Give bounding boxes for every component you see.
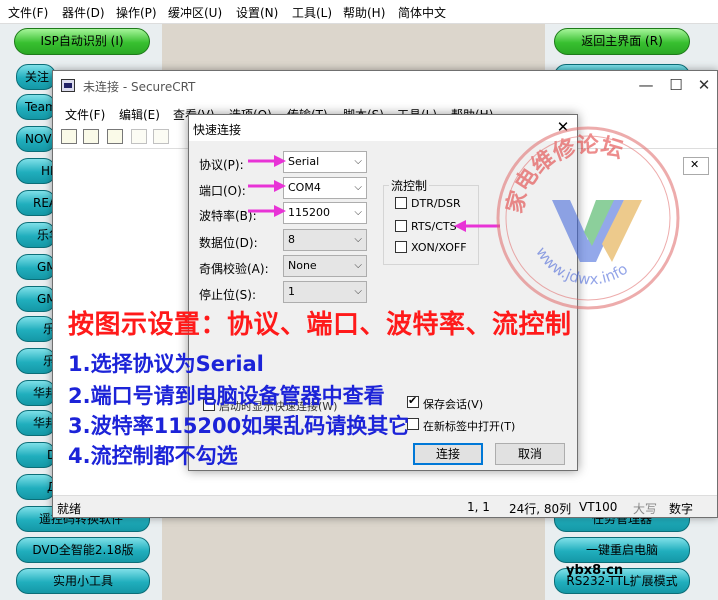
- baud-value: 115200: [288, 206, 330, 219]
- disconnect-icon[interactable]: [153, 129, 169, 144]
- left-button-le-2[interactable]: 乐: [16, 348, 56, 374]
- utility-tools-button[interactable]: 实用小工具: [16, 568, 150, 594]
- save-session-label: 保存会话(V): [423, 398, 484, 411]
- left-button-gm-2[interactable]: GM: [16, 286, 56, 312]
- xon-xoff-checkbox[interactable]: [395, 241, 407, 253]
- flow-control-title: 流控制: [389, 177, 430, 194]
- status-num: 数字: [669, 502, 694, 516]
- bg-menu-buffer[interactable]: 缓冲区(U): [168, 4, 222, 21]
- databits-select[interactable]: 8 ⌵: [283, 229, 367, 251]
- chevron-down-icon: ⌵: [354, 207, 362, 218]
- xon-xoff-label: XON/XOFF: [411, 241, 467, 254]
- connect-button[interactable]: 连接: [413, 443, 483, 465]
- annotation-line-2: 2.端口号请到电脑设备管器中查看: [68, 384, 385, 408]
- corner-watermark: ybx8.cn: [566, 563, 624, 578]
- rts-cts-checkbox[interactable]: [395, 220, 407, 232]
- left-button-rea[interactable]: REA: [16, 190, 56, 216]
- stopbits-label: 停止位(S):: [199, 288, 257, 302]
- left-button-de[interactable]: Д: [16, 474, 56, 500]
- left-button-nov[interactable]: NOV: [16, 126, 56, 152]
- status-caps: 大写: [633, 502, 658, 516]
- left-button-le-1[interactable]: 乐: [16, 316, 56, 342]
- annotation-line-3: 3.波特率115200如果乱码请换其它: [68, 414, 410, 438]
- protocol-value: Serial: [288, 155, 320, 168]
- port-value: COM4: [288, 181, 321, 194]
- crt-menu-file[interactable]: 文件(F): [65, 106, 105, 123]
- reconnect-icon[interactable]: [131, 129, 147, 144]
- securecrt-title: 未连接 - SecureCRT: [83, 80, 196, 94]
- dtr-dsr-label: DTR/DSR: [411, 197, 461, 210]
- crt-close-tab-icon[interactable]: ✕: [683, 157, 709, 175]
- left-button-follow[interactable]: 关注: [16, 64, 56, 90]
- forum-seal-watermark: 家电维修论坛 www.jdwx.info: [496, 126, 680, 310]
- quick-connect-icon[interactable]: [83, 129, 99, 144]
- protocol-label: 协议(P):: [199, 158, 244, 172]
- close-icon[interactable]: ✕: [689, 75, 718, 97]
- parity-select[interactable]: None ⌵: [283, 255, 367, 277]
- port-label: 端口(O):: [199, 184, 246, 198]
- protocol-select[interactable]: Serial ⌵: [283, 151, 367, 173]
- status-terminal: VT100: [579, 500, 618, 514]
- connect-tab-icon[interactable]: [107, 129, 123, 144]
- left-button-lehua[interactable]: 乐华: [16, 222, 56, 248]
- bg-menu-file[interactable]: 文件(F): [8, 4, 48, 21]
- parity-value: None: [288, 259, 317, 272]
- left-button-huabang-1[interactable]: 华邦: [16, 380, 56, 406]
- databits-label: 数据位(D):: [199, 236, 258, 250]
- bg-menu-settings[interactable]: 设置(N): [236, 4, 278, 21]
- new-tab-label: 在新标签中打开(T): [423, 420, 516, 433]
- rts-cts-label: RTS/CTS: [411, 220, 457, 233]
- bg-menu-language[interactable]: 简体中文: [398, 4, 446, 21]
- maximize-icon[interactable]: ☐: [661, 75, 691, 97]
- dvd-smart-button[interactable]: DVD全智能2.18版: [16, 537, 150, 563]
- left-button-gm-1[interactable]: GM: [16, 254, 56, 280]
- connect-icon[interactable]: [61, 129, 77, 144]
- chevron-down-icon: ⌵: [354, 286, 362, 297]
- restart-pc-button[interactable]: 一键重启电脑: [554, 537, 690, 563]
- port-select[interactable]: COM4 ⌵: [283, 177, 367, 199]
- save-session-checkbox[interactable]: [407, 394, 419, 408]
- bg-menubar: 文件(F) 器件(D) 操作(P) 缓冲区(U) 设置(N) 工具(L) 帮助(…: [0, 0, 718, 24]
- bg-menu-device[interactable]: 器件(D): [62, 4, 105, 21]
- arrow-port-icon: [248, 180, 286, 192]
- dtr-dsr-checkbox[interactable]: [395, 197, 407, 209]
- parity-label: 奇偶校验(A):: [199, 262, 269, 276]
- chevron-down-icon: ⌵: [354, 182, 362, 193]
- annotation-line-1: 1.选择协议为Serial: [68, 352, 264, 376]
- databits-value: 8: [288, 233, 295, 246]
- isp-auto-detect-button[interactable]: ISP自动识别 (I): [14, 28, 150, 55]
- annotation-line-4: 4.流控制都不勾选: [68, 444, 238, 468]
- securecrt-titlebar: 未连接 - SecureCRT — ☐ ✕: [53, 71, 717, 101]
- chevron-down-icon: ⌵: [354, 234, 362, 245]
- bg-menu-help[interactable]: 帮助(H): [343, 4, 385, 21]
- cancel-button[interactable]: 取消: [495, 443, 565, 465]
- minimize-icon[interactable]: —: [631, 75, 661, 97]
- arrow-protocol-icon: [248, 155, 286, 167]
- dialog-title: 快速连接: [193, 123, 242, 137]
- status-ready: 就绪: [57, 502, 82, 516]
- left-button-huabang-2[interactable]: 华邦: [16, 410, 56, 436]
- stopbits-select[interactable]: 1 ⌵: [283, 281, 367, 303]
- securecrt-app-icon: [61, 79, 75, 92]
- bg-menu-tools[interactable]: 工具(L): [292, 4, 332, 21]
- bg-menu-operate[interactable]: 操作(P): [116, 4, 157, 21]
- left-button-hi[interactable]: HI: [16, 158, 56, 184]
- chevron-down-icon: ⌵: [354, 260, 362, 271]
- securecrt-statusbar: 就绪 1, 1 24行, 80列 VT100 大写 数字: [53, 495, 717, 517]
- left-button-team[interactable]: Team: [16, 94, 56, 120]
- chevron-down-icon: ⌵: [354, 156, 362, 167]
- crt-menu-edit[interactable]: 编辑(E): [119, 106, 160, 123]
- baud-select[interactable]: 115200 ⌵: [283, 202, 367, 224]
- status-size: 24行, 80列: [509, 502, 572, 516]
- status-position: 1, 1: [467, 500, 490, 514]
- left-button-d[interactable]: D: [16, 442, 56, 468]
- stopbits-value: 1: [288, 285, 295, 298]
- arrow-baud-icon: [248, 205, 286, 217]
- return-home-button[interactable]: 返回主界面 (R): [554, 28, 690, 55]
